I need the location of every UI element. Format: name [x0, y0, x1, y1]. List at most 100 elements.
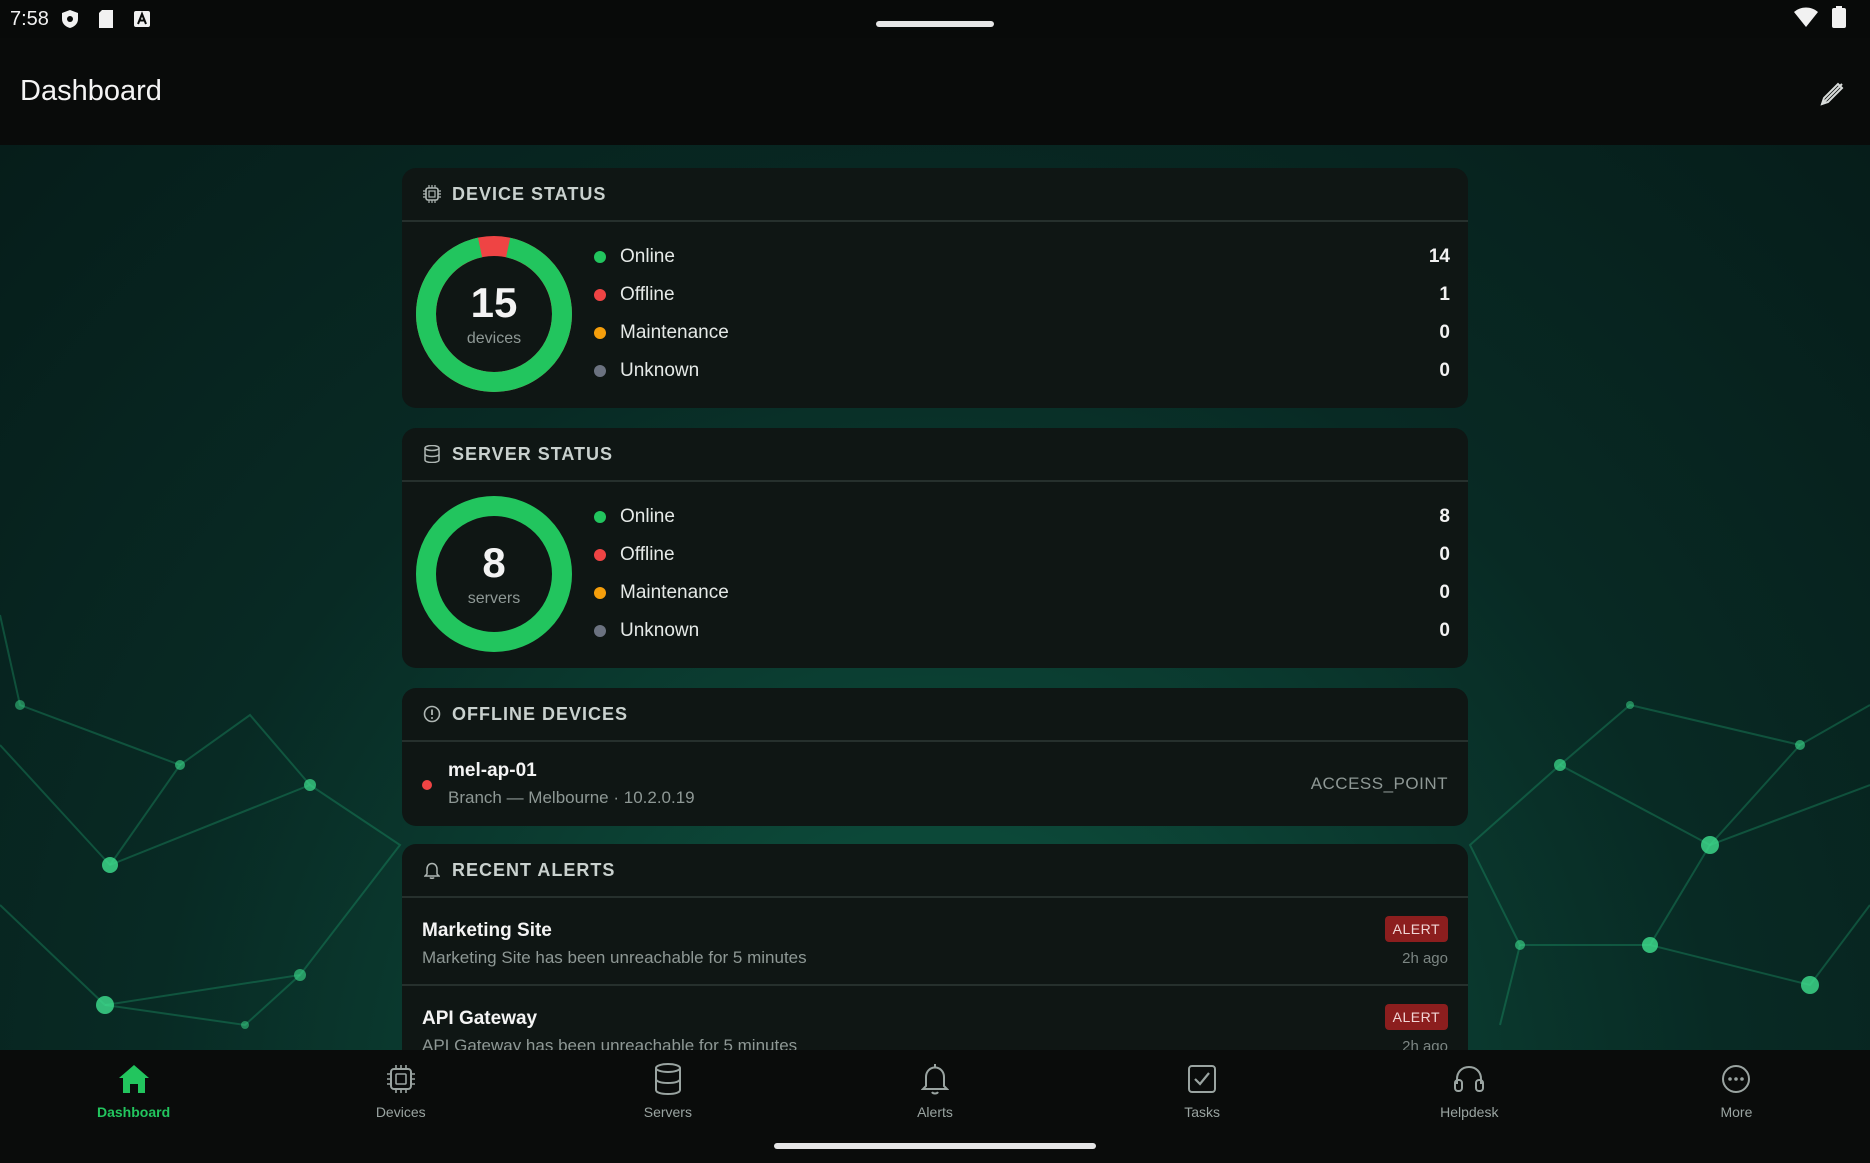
nav-label: Helpdesk — [1440, 1104, 1499, 1120]
legend-value: 8 — [1439, 506, 1450, 527]
offline-dot — [594, 549, 606, 561]
device-meta: Branch — Melbourne · 10.2.0.19 — [448, 788, 695, 807]
device-status-card[interactable]: DEVICE STATUS 15 devices Online 14 Offlin… — [402, 168, 1468, 408]
database-icon — [422, 444, 442, 464]
maintenance-dot — [594, 587, 606, 599]
server-status-card[interactable]: SERVER STATUS 8 servers Online 8 Offline 0… — [402, 428, 1468, 668]
device-status-title: DEVICE STATUS — [452, 183, 607, 204]
more-icon — [1719, 1062, 1753, 1096]
offline-devices-header: OFFLINE DEVICES — [402, 688, 1468, 742]
alert-row[interactable]: API Gateway API Gateway has been unreach… — [402, 986, 1468, 1050]
alert-title: API Gateway — [422, 1008, 538, 1029]
warning-circle-icon — [422, 704, 442, 724]
legend-value: 0 — [1439, 322, 1450, 343]
chip-icon — [422, 184, 442, 204]
server-total: 8 — [482, 539, 506, 586]
alert-badge: ALERT — [1384, 1004, 1448, 1030]
device-status-legend: Online 14 Offline 1 Maintenance 0 Unknown 0 — [594, 238, 1450, 390]
checkbox-icon — [1185, 1062, 1219, 1096]
device-name: mel-ap-01 — [448, 760, 537, 781]
legend-row-maintenance: Maintenance 0 — [594, 314, 1450, 352]
device-total-unit: devices — [466, 330, 522, 347]
nav-item-tasks[interactable]: Tasks — [1069, 1050, 1336, 1163]
shield-icon — [61, 10, 79, 28]
legend-label: Unknown — [620, 620, 700, 641]
offline-devices-title: OFFLINE DEVICES — [452, 703, 629, 724]
legend-value: 0 — [1439, 582, 1450, 603]
server-status-body: 8 servers Online 8 Offline 0 Maintenance 0 … — [402, 482, 1468, 668]
edit-button[interactable] — [1814, 78, 1850, 114]
wifi-icon — [1794, 7, 1818, 33]
chip-icon — [384, 1062, 418, 1096]
device-status-body: 15 devices Online 14 Offline 1 Maintenance… — [402, 222, 1468, 408]
legend-value: 0 — [1439, 544, 1450, 565]
legend-value: 14 — [1428, 246, 1450, 267]
legend-row-online: Online 8 — [594, 498, 1450, 536]
top-gesture-handle[interactable] — [876, 21, 994, 27]
battery-icon — [1832, 6, 1846, 34]
sd-card-icon — [97, 10, 115, 28]
nav-item-devices[interactable]: Devices — [267, 1050, 534, 1163]
bell-icon — [918, 1062, 952, 1096]
legend-label: Online — [620, 246, 675, 267]
legend-row-offline: Offline 0 — [594, 536, 1450, 574]
offline-status-dot — [422, 780, 432, 790]
legend-row-unknown: Unknown 0 — [594, 612, 1450, 650]
online-dot — [594, 251, 606, 263]
database-icon — [651, 1062, 685, 1096]
legend-value: 0 — [1439, 360, 1450, 381]
legend-label: Online — [620, 506, 675, 527]
nav-label: Alerts — [917, 1104, 953, 1120]
unknown-dot — [594, 625, 606, 637]
app-bar: Dashboard — [0, 38, 1870, 145]
server-total-unit: servers — [467, 590, 521, 607]
home-icon — [117, 1062, 151, 1096]
recent-alerts-header: RECENT ALERTS — [402, 844, 1468, 898]
recent-alerts-card: RECENT ALERTS Marketing Site Marketing S… — [402, 844, 1468, 1050]
legend-value: 0 — [1439, 620, 1450, 641]
alert-time: 2h ago — [1402, 950, 1448, 967]
font-icon — [133, 10, 151, 28]
legend-row-maintenance: Maintenance 0 — [594, 574, 1450, 612]
unknown-dot — [594, 365, 606, 377]
online-dot — [594, 511, 606, 523]
nav-label: Devices — [375, 1104, 426, 1120]
device-type: ACCESS_POINT — [1310, 774, 1448, 793]
nav-item-dashboard[interactable]: Dashboard — [0, 1050, 267, 1163]
maintenance-dot — [594, 327, 606, 339]
nav-item-servers[interactable]: Servers — [534, 1050, 801, 1163]
legend-label: Offline — [620, 284, 675, 305]
legend-label: Unknown — [620, 360, 700, 381]
server-status-legend: Online 8 Offline 0 Maintenance 0 Unknown 0 — [594, 498, 1450, 650]
legend-value: 1 — [1439, 284, 1450, 305]
alert-title: Marketing Site — [422, 920, 552, 941]
bell-icon — [422, 860, 442, 880]
bottom-gesture-handle[interactable] — [774, 1143, 1096, 1149]
pencil-icon — [1818, 80, 1846, 113]
device-status-header: DEVICE STATUS — [402, 168, 1468, 222]
alert-message: Marketing Site has been unreachable for … — [422, 948, 807, 967]
legend-label: Offline — [620, 544, 675, 565]
server-status-title: SERVER STATUS — [452, 443, 614, 464]
nav-label: Servers — [643, 1104, 692, 1120]
offline-device-row[interactable]: mel-ap-01 Branch — Melbourne · 10.2.0.19… — [402, 742, 1468, 826]
legend-label: Maintenance — [620, 322, 729, 343]
device-total: 15 — [470, 279, 518, 326]
status-bar: 7:58 — [0, 0, 1870, 38]
legend-row-offline: Offline 1 — [594, 276, 1450, 314]
headset-icon — [1452, 1062, 1486, 1096]
alert-row[interactable]: Marketing Site Marketing Site has been u… — [402, 898, 1468, 986]
status-time: 7:58 — [10, 7, 49, 30]
nav-item-helpdesk[interactable]: Helpdesk — [1336, 1050, 1603, 1163]
nav-label: Tasks — [1184, 1104, 1221, 1120]
legend-row-online: Online 14 — [594, 238, 1450, 276]
alert-badge: ALERT — [1384, 916, 1448, 942]
alert-message: API Gateway has been unreachable for 5 m… — [422, 1036, 798, 1050]
nav-item-more[interactable]: More — [1603, 1050, 1870, 1163]
offline-dot — [594, 289, 606, 301]
legend-row-unknown: Unknown 0 — [594, 352, 1450, 390]
offline-devices-card: OFFLINE DEVICES mel-ap-01 Branch — Melbo… — [402, 688, 1468, 826]
nav-label: More — [1720, 1104, 1753, 1120]
alert-time: 2h ago — [1402, 1038, 1448, 1050]
recent-alerts-title: RECENT ALERTS — [452, 859, 616, 880]
